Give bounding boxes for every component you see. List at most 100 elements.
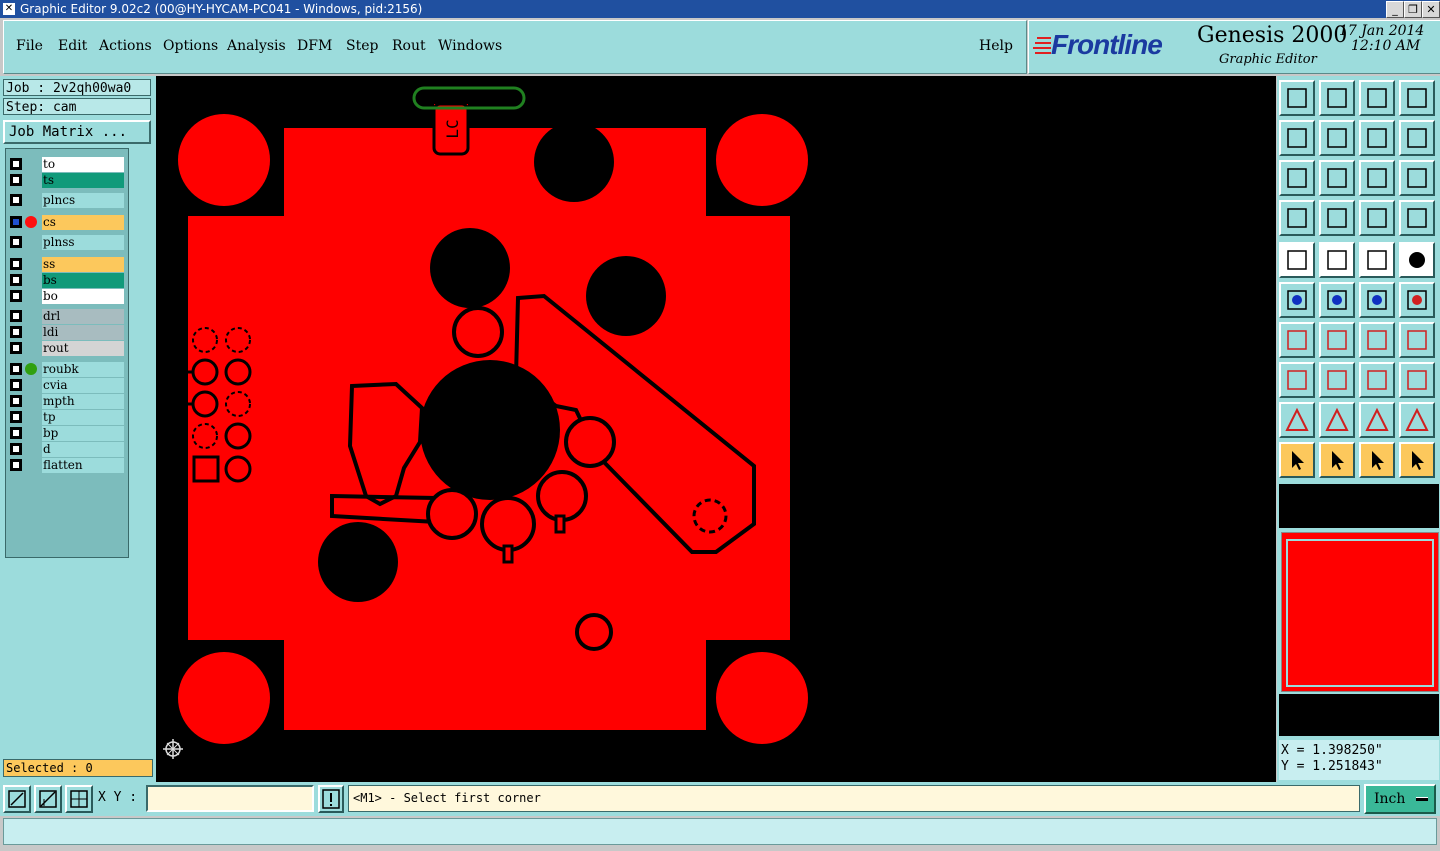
layer-checkbox[interactable] (10, 411, 22, 423)
line-button[interactable] (1319, 322, 1355, 358)
layer-checkbox[interactable] (10, 310, 22, 322)
select-arrow-button[interactable] (1279, 442, 1315, 478)
zoom-home-button[interactable] (1319, 160, 1355, 196)
move-point-button[interactable] (1359, 282, 1395, 318)
measure-button[interactable] (34, 785, 62, 813)
film-button[interactable] (1279, 242, 1315, 278)
layer-row-to[interactable]: to (8, 157, 126, 172)
layer-row-cs[interactable]: cs (8, 215, 126, 230)
connect-button[interactable] (1279, 282, 1315, 318)
layer-name[interactable]: ts (42, 173, 124, 188)
layer-checkbox[interactable] (10, 194, 22, 206)
layer-name[interactable]: roubk (42, 362, 124, 377)
layer-checkbox[interactable] (10, 274, 22, 286)
layer-row-drl[interactable]: drl (8, 309, 126, 324)
menu-step[interactable]: Step (346, 38, 378, 54)
layer-row-bo[interactable]: bo (8, 289, 126, 304)
layer-checkbox[interactable] (10, 427, 22, 439)
layer-row-mpth[interactable]: mpth (8, 394, 126, 409)
layer-name[interactable]: ss (42, 257, 124, 272)
layer-name[interactable]: cs (42, 215, 124, 230)
export-button[interactable] (1319, 120, 1355, 156)
layer-name[interactable]: tp (42, 410, 124, 425)
scale-button[interactable] (1359, 160, 1395, 196)
layer-row-cvia[interactable]: cvia (8, 378, 126, 393)
feature-button[interactable] (1279, 362, 1315, 398)
pad-button[interactable] (1399, 242, 1435, 278)
pcb-drawing[interactable]: LC (156, 76, 1276, 782)
open-job-button[interactable] (1279, 80, 1315, 116)
app-icon[interactable]: ✕ (3, 3, 15, 15)
layer-checkbox[interactable] (10, 459, 22, 471)
layer-row-d[interactable]: d (8, 442, 126, 457)
home-button[interactable] (1359, 80, 1395, 116)
menu-edit[interactable]: Edit (58, 38, 87, 54)
save-button[interactable] (1319, 80, 1355, 116)
layer-name[interactable]: cvia (42, 378, 124, 393)
edit-shape-button[interactable] (1319, 242, 1355, 278)
layer-checkbox[interactable] (10, 158, 22, 170)
arc-button[interactable] (1359, 322, 1395, 358)
layer-row-ss[interactable]: ss (8, 257, 126, 272)
ruler-button[interactable] (1359, 242, 1395, 278)
layer-view-alt-button[interactable] (1399, 200, 1435, 236)
layer-row-plnss[interactable]: plnss (8, 235, 126, 250)
menu-dfm[interactable]: DFM (297, 38, 332, 54)
zoom-fit-button[interactable] (1279, 160, 1315, 196)
split-line-button[interactable] (1319, 362, 1355, 398)
layer-name[interactable]: drl (42, 309, 124, 324)
layer-name[interactable]: d (42, 442, 124, 457)
layer-checkbox[interactable] (10, 258, 22, 270)
layer-row-tp[interactable]: tp (8, 410, 126, 425)
alert-button[interactable] (318, 785, 344, 813)
menu-actions[interactable]: Actions (99, 38, 152, 54)
layer-name[interactable]: bs (42, 273, 124, 288)
redo-button[interactable] (1399, 120, 1435, 156)
job-matrix-button[interactable]: Job Matrix ... (3, 120, 151, 144)
xy-input[interactable] (146, 785, 314, 812)
zoom-window-button[interactable] (3, 785, 31, 813)
layer-name[interactable]: mpth (42, 394, 124, 409)
settings-button[interactable] (1279, 200, 1315, 236)
layer-checkbox[interactable] (10, 443, 22, 455)
triangle-arrow-button[interactable] (1319, 402, 1355, 438)
window-split-button[interactable] (1399, 80, 1435, 116)
layer-checkbox[interactable] (10, 174, 22, 186)
help-button[interactable] (1399, 160, 1435, 196)
layer-name[interactable]: to (42, 157, 124, 172)
layer-row-roubk[interactable]: roubk (8, 362, 126, 377)
layer-checkbox[interactable] (10, 216, 22, 228)
delete-button[interactable] (1319, 282, 1355, 318)
overview-map[interactable] (1281, 532, 1439, 692)
layer-row-rout[interactable]: rout (8, 341, 126, 356)
undo-button[interactable] (1359, 120, 1395, 156)
measure-dist-button[interactable] (1359, 362, 1395, 398)
layer-checkbox[interactable] (10, 363, 22, 375)
select-box-button[interactable] (1319, 442, 1355, 478)
menu-rout[interactable]: Rout (392, 38, 426, 54)
menu-file[interactable]: File (16, 38, 43, 54)
layer-name[interactable]: bp (42, 426, 124, 441)
select-pointer-button[interactable] (1359, 442, 1395, 478)
layer-row-plncs[interactable]: plncs (8, 193, 126, 208)
layer-view-button[interactable] (1359, 200, 1395, 236)
grid-toggle-button[interactable] (1319, 200, 1355, 236)
layer-checkbox[interactable] (10, 379, 22, 391)
add-point-button[interactable] (1399, 282, 1435, 318)
mirror-button[interactable] (1399, 322, 1435, 358)
angle-button[interactable] (1279, 322, 1315, 358)
menu-help[interactable]: Help (979, 38, 1013, 54)
layer-row-bp[interactable]: bp (8, 426, 126, 441)
menu-options[interactable]: Options (163, 38, 218, 54)
layer-name[interactable]: plncs (42, 193, 124, 208)
layer-row-bs[interactable]: bs (8, 273, 126, 288)
layer-checkbox[interactable] (10, 395, 22, 407)
layer-name[interactable]: flatten (42, 458, 124, 473)
maximize-button[interactable]: ❐ (1404, 1, 1422, 18)
unit-selector[interactable]: Inch (1364, 784, 1436, 814)
layer-name[interactable]: ldi (42, 325, 124, 340)
layer-checkbox[interactable] (10, 342, 22, 354)
layer-row-ldi[interactable]: ldi (8, 325, 126, 340)
triangle-up-button[interactable] (1359, 402, 1395, 438)
menu-analysis[interactable]: Analysis (227, 38, 286, 54)
